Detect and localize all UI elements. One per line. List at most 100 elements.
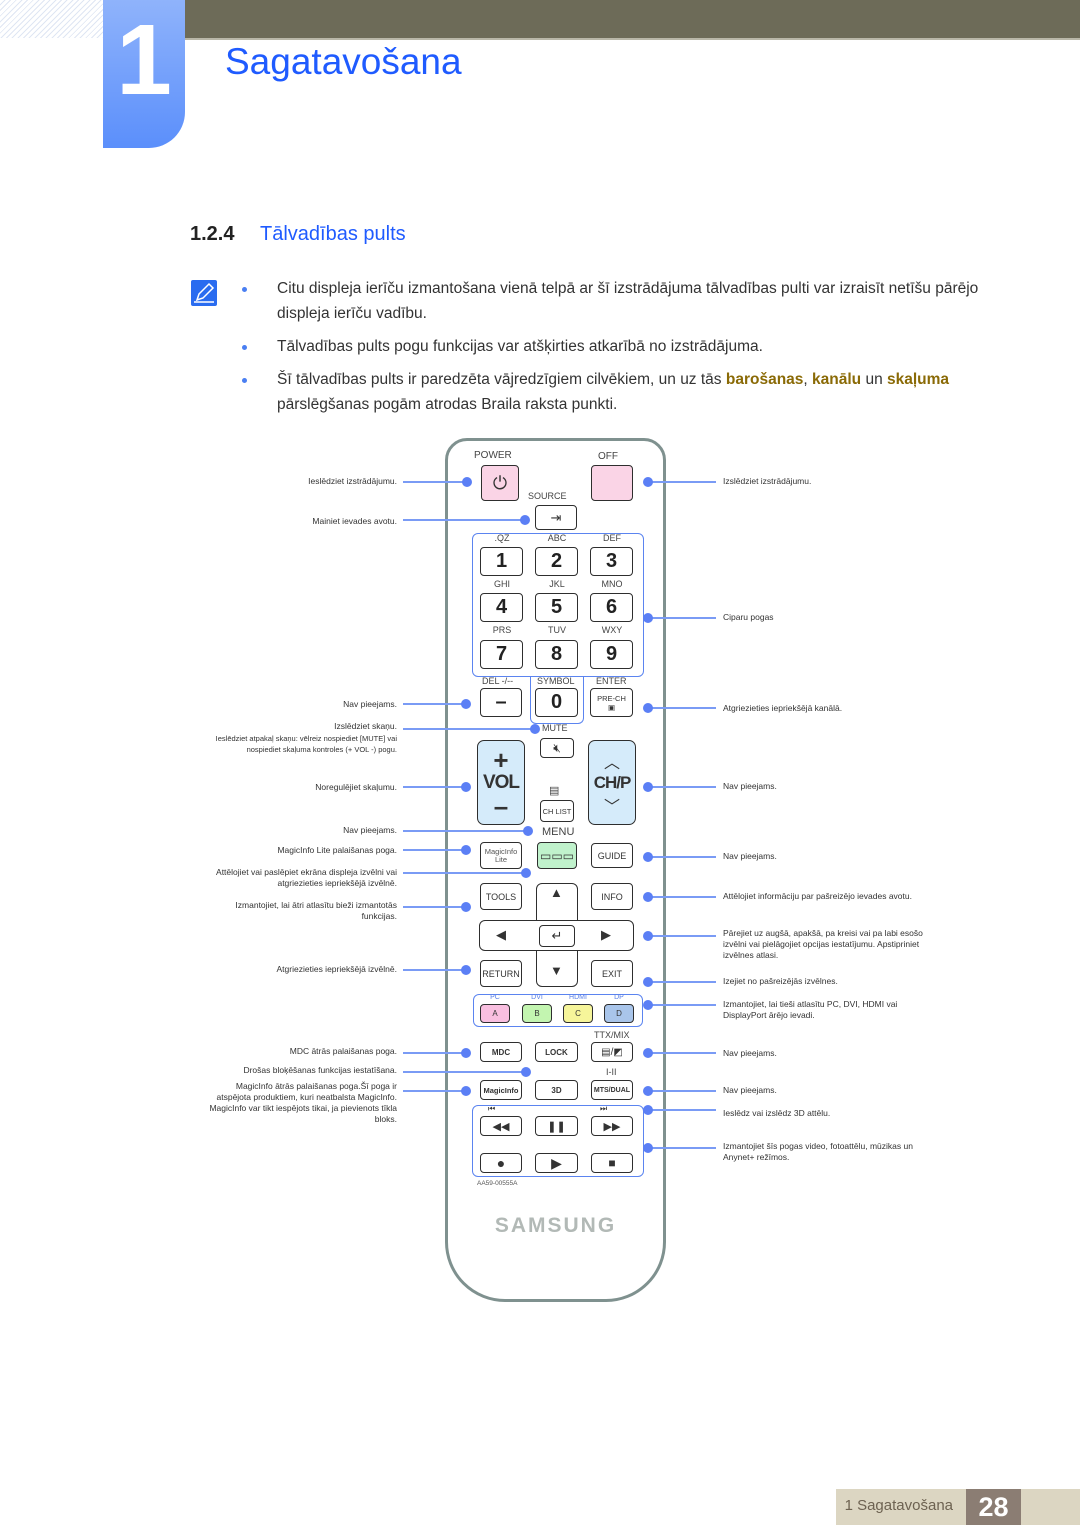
digit-button[interactable]: 7 bbox=[480, 640, 523, 669]
callout-line bbox=[403, 728, 535, 730]
callout-left-label: Izslēdziet skaņu. bbox=[334, 721, 397, 731]
ch-list-button[interactable]: CH LIST bbox=[540, 800, 574, 822]
guide-button[interactable]: GUIDE bbox=[591, 843, 633, 868]
callout-dot bbox=[521, 1067, 531, 1077]
callout-right-label: Pārejiet uz augšā, apakšā, pa kreisi vai… bbox=[723, 928, 923, 960]
3d-button[interactable]: 3D bbox=[535, 1080, 578, 1100]
channel-rocker[interactable]: ︿ CH/P ﹀ bbox=[588, 740, 636, 825]
record-button[interactable]: ● bbox=[480, 1153, 522, 1173]
del-label: DEL -/-- bbox=[482, 676, 514, 686]
callout-left-label: Noregulējiet skaļumu. bbox=[315, 782, 397, 792]
callout-dot bbox=[461, 902, 471, 912]
tools-button[interactable]: TOOLS bbox=[480, 883, 522, 910]
stop-button[interactable]: ■ bbox=[591, 1153, 633, 1173]
callout-right-label: Nav pieejams. bbox=[723, 1085, 777, 1095]
digit-button[interactable]: 5 bbox=[535, 593, 578, 622]
input-dvi-button[interactable]: B bbox=[522, 1004, 552, 1023]
digit-button[interactable]: 6 bbox=[590, 593, 633, 622]
input-dp-button[interactable]: D bbox=[604, 1004, 634, 1023]
pre-ch-label: PRE-CH bbox=[597, 693, 626, 703]
exit-button[interactable]: EXIT bbox=[591, 960, 633, 987]
mute-button[interactable]: 🔇︎ bbox=[540, 738, 574, 758]
callout-line bbox=[403, 969, 466, 971]
highlight-channel: kanālu bbox=[812, 371, 862, 388]
arrow-left-button[interactable]: ◀ bbox=[496, 927, 506, 943]
callout-left-label: MagicInfo Lite palaišanas poga. bbox=[277, 845, 397, 855]
arrow-down-button[interactable]: ▼ bbox=[550, 963, 563, 978]
off-label: OFF bbox=[598, 451, 618, 462]
pre-ch-button[interactable]: PRE-CH ▣ bbox=[590, 688, 633, 717]
digit-button[interactable]: 4 bbox=[480, 593, 523, 622]
callout-dot bbox=[461, 845, 471, 855]
rewind-icon: ◀◀ bbox=[492, 1120, 510, 1133]
input-pc-button[interactable]: A bbox=[480, 1004, 510, 1023]
digit-button[interactable]: 2 bbox=[535, 547, 578, 576]
menu-button[interactable]: ▭▭▭ bbox=[537, 842, 577, 869]
callout-dot bbox=[461, 782, 471, 792]
dash-button[interactable]: – bbox=[480, 688, 522, 717]
callout-right-label: Attēlojiet informāciju par pašreizējo ie… bbox=[723, 891, 912, 901]
callout-left-label: Nav pieejams. bbox=[343, 699, 397, 709]
digit-button[interactable]: 1 bbox=[480, 547, 523, 576]
callout-line bbox=[403, 1071, 526, 1073]
callout-line bbox=[403, 1090, 466, 1092]
digit-button[interactable]: 3 bbox=[590, 547, 633, 576]
highlight-power: barošanas bbox=[725, 371, 804, 388]
callout-dot bbox=[643, 782, 653, 792]
menu-icon: ▭▭▭ bbox=[539, 848, 574, 863]
letters-label: .QZ bbox=[494, 533, 510, 543]
source-button[interactable]: ⇥ bbox=[535, 505, 577, 530]
callout-dot bbox=[462, 477, 472, 487]
callout-dot bbox=[530, 724, 540, 734]
note-list: Citu displeja ierīču izmantošana vienā t… bbox=[240, 276, 1020, 425]
input-dvi-label: DVI bbox=[531, 994, 543, 1001]
chapter-number: 1 bbox=[116, 4, 172, 116]
magicinfo-lite-button[interactable]: MagicInfo Lite bbox=[480, 842, 522, 869]
record-icon: ● bbox=[496, 1155, 506, 1171]
callout-right-label: Nav pieejams. bbox=[723, 851, 777, 861]
return-button[interactable]: RETURN bbox=[480, 960, 522, 987]
arrow-up-button[interactable]: ▲ bbox=[550, 885, 563, 900]
digit-button[interactable]: 8 bbox=[535, 640, 578, 669]
note-item: Citu displeja ierīču izmantošana vienā t… bbox=[240, 276, 1020, 326]
stop-icon: ■ bbox=[608, 1156, 616, 1170]
callout-line bbox=[403, 830, 528, 832]
mute-speaker-icon: 🔇︎ bbox=[553, 740, 561, 755]
callout-left-label: Izmantojiet, lai ātri atlasītu bieži izm… bbox=[235, 900, 397, 921]
callout-line bbox=[648, 856, 716, 858]
lock-button[interactable]: LOCK bbox=[535, 1042, 578, 1062]
pause-button[interactable]: ❚❚ bbox=[535, 1116, 578, 1136]
source-input-icon: ⇥ bbox=[550, 509, 562, 525]
play-button[interactable]: ▶ bbox=[535, 1153, 578, 1173]
note-text: pārslēgšanas pogām atrodas Braila raksta… bbox=[277, 396, 618, 413]
model-number: AA59-00555A bbox=[477, 1180, 518, 1187]
callout-right-label: Izmantojiet šīs pogas video, fotoattēlu,… bbox=[723, 1141, 913, 1162]
callout-line bbox=[648, 1004, 716, 1006]
fast-forward-button[interactable]: ▶▶ bbox=[591, 1116, 633, 1136]
arrow-right-button[interactable]: ▶ bbox=[601, 927, 611, 943]
pause-icon: ❚❚ bbox=[547, 1120, 566, 1133]
header-bar bbox=[185, 0, 1080, 38]
magicinfo-button[interactable]: MagicInfo bbox=[480, 1080, 522, 1100]
callout-line bbox=[403, 849, 466, 851]
ttx-mix-button[interactable]: ▤/◩ bbox=[591, 1042, 633, 1062]
power-button[interactable]: ⏻ bbox=[481, 465, 519, 501]
off-button[interactable] bbox=[591, 465, 633, 501]
info-button[interactable]: INFO bbox=[591, 883, 633, 910]
callout-left-label: Nav pieejams. bbox=[343, 825, 397, 835]
callout-left-label: Drošas bloķēšanas funkcijas iestatīšana. bbox=[243, 1065, 397, 1075]
zero-button[interactable]: 0 bbox=[535, 688, 578, 717]
enter-button[interactable]: ↵ bbox=[539, 925, 575, 947]
callout-line bbox=[648, 935, 716, 937]
mdc-button[interactable]: MDC bbox=[480, 1042, 522, 1062]
section-number: 1.2.4 bbox=[190, 223, 235, 245]
callout-line bbox=[648, 481, 716, 483]
digit-button[interactable]: 9 bbox=[590, 640, 633, 669]
input-hdmi-button[interactable]: C bbox=[563, 1004, 593, 1023]
mts-dual-button[interactable]: MTS/DUAL bbox=[591, 1080, 633, 1100]
input-hdmi-label: HDMI bbox=[569, 994, 587, 1001]
callout-right-label: Ciparu pogas bbox=[723, 612, 774, 622]
volume-rocker[interactable]: + VOL – bbox=[477, 740, 525, 825]
callout-line bbox=[648, 617, 716, 619]
rewind-button[interactable]: ◀◀ bbox=[480, 1116, 522, 1136]
